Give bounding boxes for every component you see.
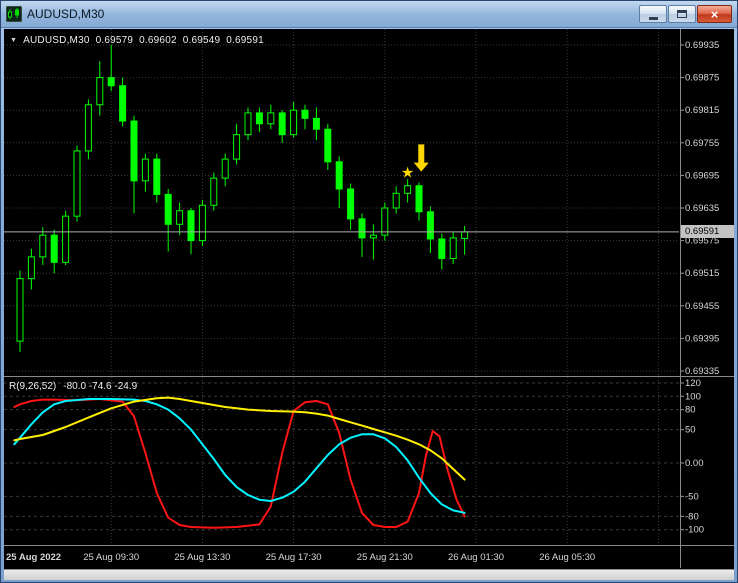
candle-body [461, 231, 469, 239]
indicator-axis-label: -50 [685, 491, 699, 502]
indicator-axis-label: -80 [685, 511, 699, 522]
indicator-label: R(9,26,52) -80.0 -74.6 -24.9 [9, 381, 137, 392]
price-axis-label: 0.69755 [685, 138, 719, 149]
candle-body [187, 210, 195, 242]
application-window: AUDUSD,M30 × 0.69935 0.69875 0.69815 0.6975… [0, 0, 738, 583]
candle-body [96, 77, 104, 106]
candle-body [255, 112, 263, 125]
collapse-triangle-icon[interactable]: ▼ [10, 37, 17, 44]
indicator-name: R(9,26,52) [9, 381, 57, 392]
close-button[interactable]: × [697, 5, 732, 23]
candle-body [267, 112, 275, 125]
candle-body [73, 150, 81, 217]
candle-body [16, 278, 24, 342]
candle-body [415, 185, 423, 213]
candle-body [176, 210, 184, 225]
minimize-icon [648, 16, 658, 20]
chart-canvas[interactable]: 0.69935 0.69875 0.69815 0.69755 0.69695 0.696… [4, 29, 734, 580]
candle-body [381, 207, 389, 236]
window-title: AUDUSD,M30 [27, 7, 105, 21]
restore-button[interactable] [668, 5, 696, 23]
window-titlebar[interactable]: AUDUSD,M30 × [1, 1, 737, 28]
price-axis-label: 0.69335 [685, 366, 719, 377]
candle-body [244, 112, 252, 136]
candle-body [50, 234, 58, 263]
indicator-axis-label: 80 [685, 405, 696, 416]
candle-body [438, 238, 446, 260]
candle-body [290, 109, 298, 136]
candle-body [39, 234, 47, 258]
candle-body [210, 177, 218, 206]
indicator-axis-label: 100 [685, 391, 701, 402]
price-axis-label: 0.69695 [685, 170, 719, 181]
legend-high: 0.69602 [139, 35, 177, 46]
candle-body [335, 161, 343, 190]
candle-body [369, 234, 377, 239]
legend-close: 0.69591 [226, 35, 264, 46]
price-axis-label: 0.69455 [685, 301, 719, 312]
time-axis-label: 25 Aug 13:30 [174, 552, 230, 563]
indicator-axis-label: 0.00 [685, 458, 704, 469]
oscillator-line-r-mid [13, 398, 466, 514]
price-axis-label: 0.69515 [685, 268, 719, 279]
candle-body [426, 211, 434, 240]
candle-body [27, 256, 35, 280]
minimize-button[interactable] [639, 5, 667, 23]
chart-client-area: 0.69935 0.69875 0.69815 0.69755 0.69695 0.696… [4, 29, 734, 580]
price-axis-label: 0.69815 [685, 105, 719, 116]
candle-body [449, 237, 457, 260]
candle-body [324, 128, 332, 163]
time-axis-label: 25 Aug 21:30 [357, 552, 413, 563]
price-axis-label: 0.69875 [685, 73, 719, 84]
time-axis-label: 26 Aug 05:30 [539, 552, 595, 563]
horizontal-scrollbar[interactable] [4, 569, 734, 580]
window-controls: × [638, 5, 732, 23]
candle-body [392, 192, 400, 209]
candle-body [198, 204, 206, 242]
candle-body [107, 77, 115, 87]
indicator-axis-label: -100 [685, 525, 704, 536]
price-axis-label: 0.69935 [685, 40, 719, 51]
time-axis-label: 25 Aug 17:30 [266, 552, 322, 563]
close-icon: × [710, 6, 719, 22]
time-axis-label: 26 Aug 01:30 [448, 552, 504, 563]
candle-body [84, 104, 92, 152]
candle-body [312, 117, 320, 130]
candle-body [301, 109, 309, 119]
star-marker-icon[interactable]: ★ [401, 164, 414, 182]
legend-low: 0.69549 [182, 35, 221, 46]
candle-body [233, 134, 241, 160]
price-axis-label: 0.69395 [685, 333, 719, 344]
time-axis-label: 25 Aug 09:30 [83, 552, 139, 563]
candle-body [130, 120, 138, 182]
indicator-axis-label: 50 [685, 425, 696, 436]
candle-body [221, 158, 229, 179]
legend-open: 0.69579 [95, 35, 134, 46]
candle-body [62, 215, 70, 263]
down-arrow-marker-icon[interactable] [413, 144, 429, 172]
candle-body [153, 158, 161, 195]
indicator-axis-label: 120 [685, 378, 701, 389]
candle-body [404, 185, 412, 194]
restore-icon [677, 10, 687, 18]
chart-legend: ▼ AUDUSD,M30 0.69579 0.69602 0.69549 0.6… [10, 35, 264, 46]
candle-body [164, 193, 172, 225]
current-price-badge: 0.69591 [681, 225, 734, 239]
candle-body [141, 158, 149, 182]
candle-body [347, 188, 355, 220]
candle-body [278, 112, 286, 136]
chart-window-icon [6, 6, 22, 22]
indicator-values: -80.0 -74.6 -24.9 [63, 381, 138, 392]
price-axis-label: 0.69635 [685, 203, 719, 214]
legend-symbol: AUDUSD,M30 [23, 35, 90, 46]
candle-body [119, 85, 127, 122]
candle-body [358, 218, 366, 239]
time-axis-label: 25 Aug 2022 [6, 552, 61, 563]
